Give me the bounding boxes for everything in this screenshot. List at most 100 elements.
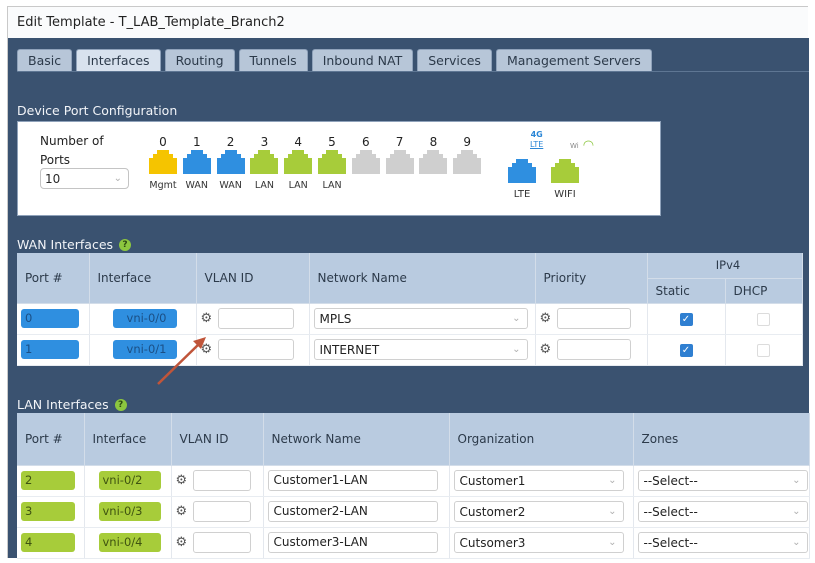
chevron-down-icon: ⌄ bbox=[792, 537, 801, 548]
wan-row: 1 vni-0/1 ⚙ INTERNET ⌄ ⚙ ✓ bbox=[17, 334, 803, 366]
lte-badge-bottom: LTE bbox=[530, 140, 544, 149]
tab-basic[interactable]: Basic bbox=[17, 49, 73, 71]
gear-icon[interactable]: ⚙ bbox=[176, 535, 190, 550]
vlan-id-input[interactable] bbox=[218, 339, 295, 360]
port-7[interactable]: 7 bbox=[385, 134, 415, 192]
tab-routing[interactable]: Routing bbox=[164, 49, 235, 71]
zones-cell: --Select-- ⌄ bbox=[633, 496, 810, 528]
interface-badge: vni-0/0 bbox=[112, 309, 177, 328]
help-icon[interactable]: ? bbox=[119, 238, 132, 251]
port-1[interactable]: 1 WAN bbox=[182, 134, 212, 192]
tab-inbound-nat[interactable]: Inbound NAT bbox=[311, 49, 414, 71]
lan-row: 2 vni-0/2 ⚙ Customer1-LAN Customer1 ⌄ --Selec… bbox=[17, 465, 810, 497]
network-name-value: INTERNET bbox=[319, 342, 380, 357]
port-number: 9 bbox=[463, 135, 471, 149]
port-type-label: LAN bbox=[322, 180, 342, 191]
static-checkbox[interactable]: ✓ bbox=[679, 312, 693, 326]
zones-select[interactable]: --Select-- ⌄ bbox=[637, 470, 808, 491]
section-title: Device Port Configuration bbox=[17, 103, 178, 118]
port-number: 8 bbox=[429, 135, 438, 149]
network-cell: Customer3-LAN bbox=[263, 527, 450, 559]
port-badge: 2 bbox=[21, 471, 75, 490]
tab-divider bbox=[17, 71, 809, 72]
port-badge: 0 bbox=[21, 309, 79, 328]
network-name-select[interactable]: INTERNET ⌄ bbox=[313, 339, 528, 360]
port-5[interactable]: 5 LAN bbox=[317, 134, 347, 192]
gear-icon[interactable]: ⚙ bbox=[201, 342, 215, 357]
gear-icon[interactable]: ⚙ bbox=[176, 504, 190, 519]
tab-management-servers[interactable]: Management Servers bbox=[495, 49, 652, 71]
tab-bar: Basic Interfaces Routing Tunnels Inbound… bbox=[17, 49, 652, 71]
gear-icon[interactable]: ⚙ bbox=[176, 473, 190, 488]
interface-cell: vni-0/2 bbox=[84, 465, 172, 497]
ethernet-port-icon bbox=[284, 150, 313, 174]
vlan-id-input[interactable] bbox=[193, 501, 252, 522]
network-name-value: MPLS bbox=[319, 311, 352, 326]
col-dhcp: DHCP bbox=[725, 278, 803, 304]
number-of-ports-value: 10 bbox=[45, 171, 61, 186]
window-titlebar: Edit Template - T_LAB_Template_Branch2 bbox=[8, 7, 808, 38]
port-type-label: WAN bbox=[185, 180, 209, 191]
dhcp-checkbox[interactable] bbox=[757, 343, 770, 357]
vlan-cell: ⚙ bbox=[171, 527, 264, 559]
organization-cell: Customer1 ⌄ bbox=[449, 465, 634, 497]
priority-cell: ⚙ bbox=[535, 334, 648, 366]
zones-value: --Select-- bbox=[643, 535, 698, 550]
vlan-id-input[interactable] bbox=[193, 532, 252, 553]
edit-template-window: Edit Template - T_LAB_Template_Branch2 B… bbox=[7, 6, 810, 559]
chevron-down-icon: ⌄ bbox=[608, 537, 617, 548]
dhcp-cell bbox=[725, 303, 803, 335]
network-name-input[interactable]: Customer3-LAN bbox=[267, 532, 438, 553]
port-lte[interactable]: LTE bbox=[507, 159, 537, 201]
port-wifi[interactable]: WIFI bbox=[550, 159, 580, 201]
wifi-arc-icon: ◠ bbox=[582, 138, 595, 153]
port-8[interactable]: 8 bbox=[418, 134, 448, 192]
wan-interfaces-title: WAN Interfaces ? bbox=[17, 237, 132, 252]
vlan-cell: ⚙ bbox=[196, 303, 310, 335]
organization-select[interactable]: Customer1 ⌄ bbox=[453, 470, 624, 491]
gear-icon[interactable]: ⚙ bbox=[540, 311, 554, 326]
gear-icon[interactable]: ⚙ bbox=[540, 342, 554, 357]
port-3[interactable]: 3 LAN bbox=[249, 134, 279, 192]
port-2[interactable]: 2 WAN bbox=[216, 134, 246, 192]
col-interface: Interface bbox=[84, 413, 172, 466]
vlan-id-input[interactable] bbox=[218, 308, 295, 329]
gear-icon[interactable]: ⚙ bbox=[201, 311, 215, 326]
ethernet-port-icon bbox=[551, 159, 579, 183]
zones-select[interactable]: --Select-- ⌄ bbox=[637, 501, 808, 522]
static-checkbox[interactable]: ✓ bbox=[679, 343, 693, 357]
network-name-input[interactable]: Customer1-LAN bbox=[267, 470, 438, 491]
col-network: Network Name bbox=[263, 413, 450, 466]
network-name-input[interactable]: Customer2-LAN bbox=[267, 501, 438, 522]
ethernet-port-icon bbox=[385, 150, 414, 174]
zones-select[interactable]: --Select-- ⌄ bbox=[637, 532, 808, 553]
port-type-label bbox=[351, 180, 381, 192]
port-number: 5 bbox=[328, 135, 336, 149]
port-0[interactable]: 0 Mgmt bbox=[148, 134, 178, 192]
network-name-select[interactable]: MPLS ⌄ bbox=[313, 308, 528, 329]
priority-input[interactable] bbox=[557, 308, 632, 329]
dhcp-checkbox[interactable] bbox=[757, 312, 770, 326]
port-9[interactable]: 9 bbox=[452, 134, 482, 192]
organization-select[interactable]: Customer2 ⌄ bbox=[453, 501, 624, 522]
network-cell: MPLS ⌄ bbox=[309, 303, 536, 335]
port-badge: 4 bbox=[21, 533, 75, 552]
tab-tunnels[interactable]: Tunnels bbox=[238, 49, 308, 71]
number-of-ports-select[interactable]: 10 ⌄ bbox=[40, 168, 129, 189]
lte-4g-icon: 4G LTE bbox=[530, 130, 543, 150]
port-cell: 3 bbox=[17, 496, 85, 528]
vlan-id-input[interactable] bbox=[193, 470, 252, 491]
col-zones: Zones bbox=[633, 413, 810, 466]
organization-select[interactable]: Cutsomer3 ⌄ bbox=[453, 532, 624, 553]
port-type-label: Mgmt bbox=[149, 180, 177, 191]
priority-input[interactable] bbox=[557, 339, 632, 360]
tab-services[interactable]: Services bbox=[417, 49, 492, 71]
ethernet-port-icon bbox=[453, 150, 482, 174]
port-type-label bbox=[418, 180, 448, 192]
port-4[interactable]: 4 LAN bbox=[283, 134, 313, 192]
port-type-label: LAN bbox=[288, 180, 308, 191]
port-6[interactable]: 6 bbox=[351, 134, 381, 192]
col-vlan: VLAN ID bbox=[171, 413, 264, 466]
tab-interfaces[interactable]: Interfaces bbox=[76, 49, 161, 71]
help-icon[interactable]: ? bbox=[114, 398, 127, 411]
